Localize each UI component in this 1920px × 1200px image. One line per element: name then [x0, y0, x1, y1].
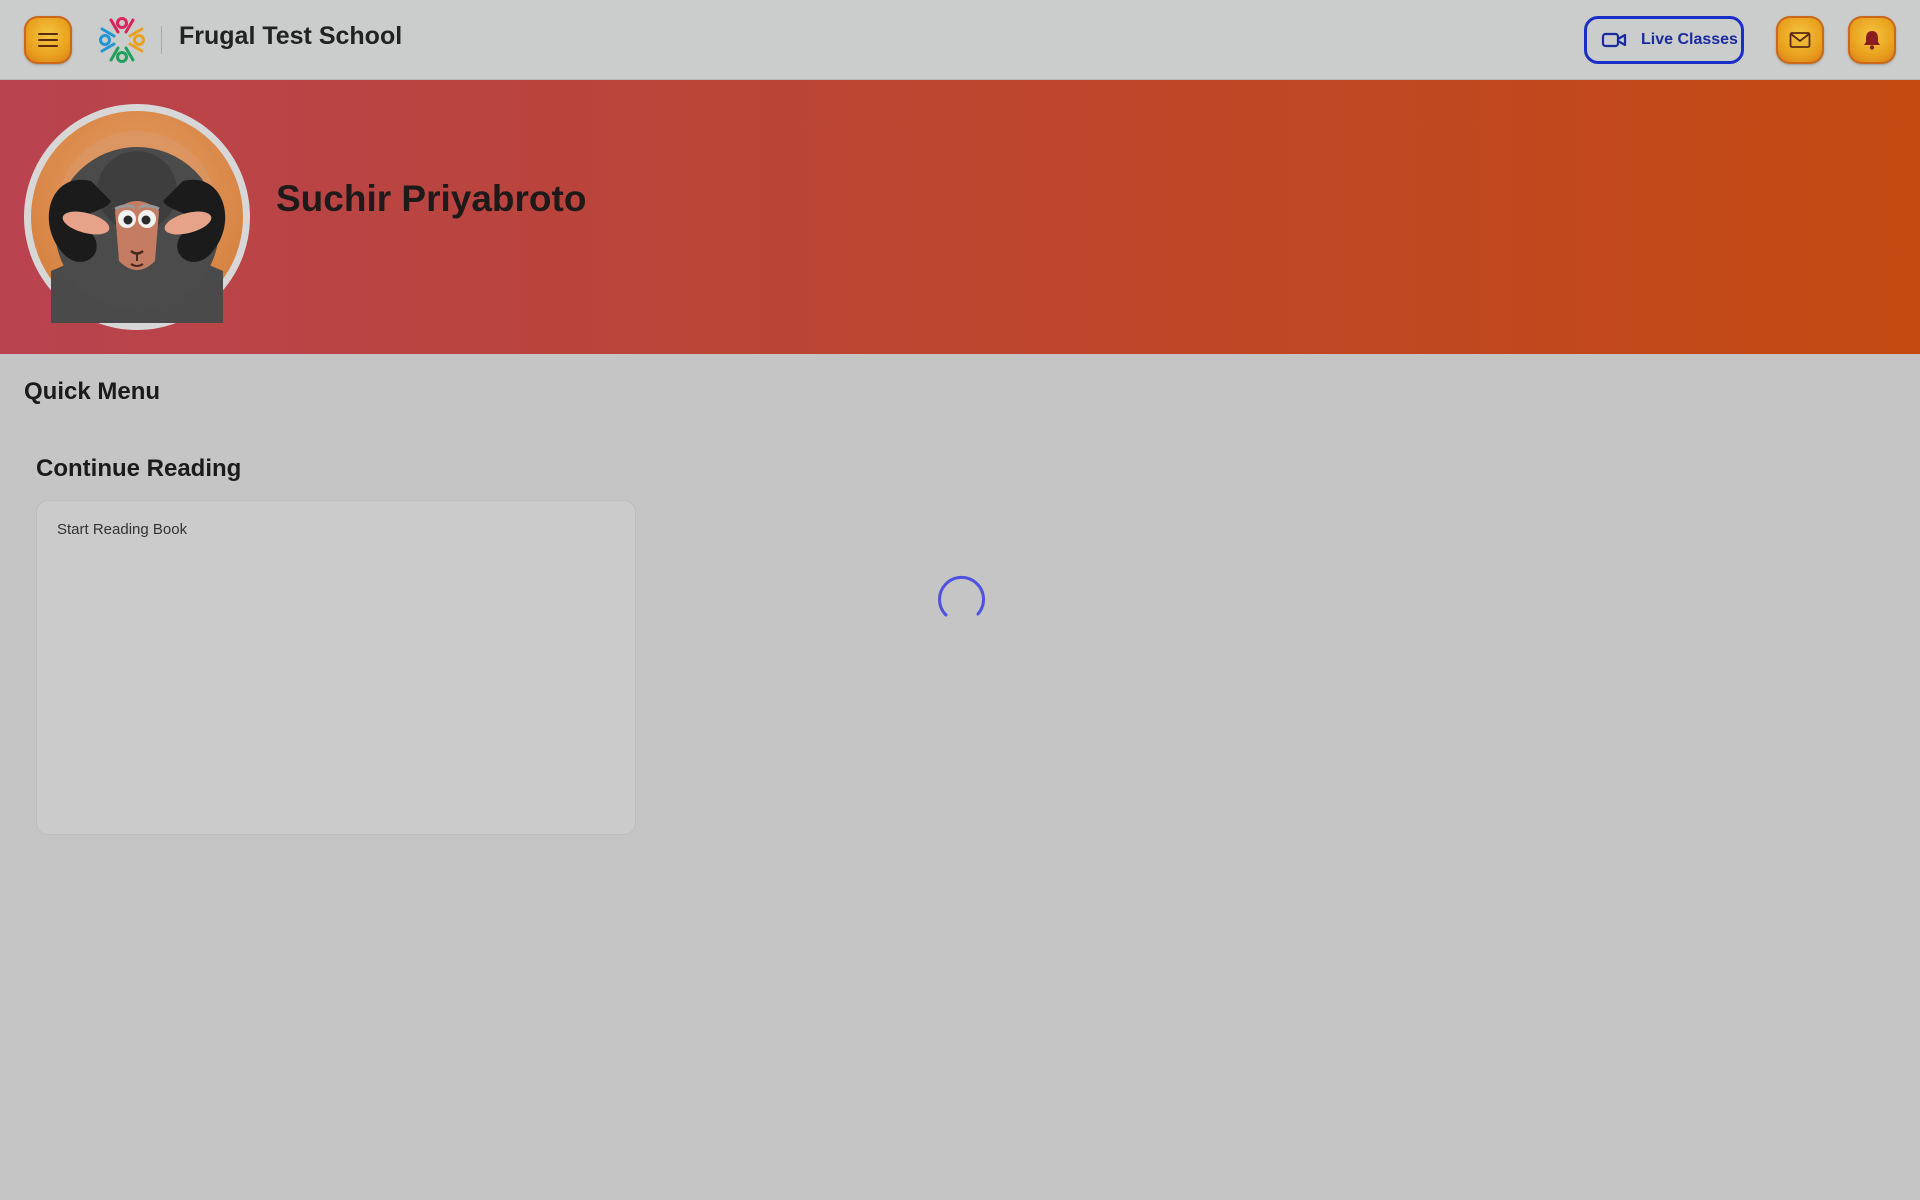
video-camera-icon [1601, 32, 1627, 48]
quick-menu-heading: Quick Menu [24, 378, 161, 405]
avatar[interactable] [24, 104, 250, 330]
menu-button[interactable] [24, 16, 72, 64]
bell-icon [1864, 31, 1880, 50]
live-classes-button[interactable]: Live Classes [1584, 16, 1744, 64]
continue-reading-heading: Continue Reading [36, 455, 242, 482]
top-bar: Frugal Test School Live Classes [0, 0, 1920, 80]
loading-spinner-icon [938, 575, 985, 617]
profile-banner: Suchir Priyabroto [0, 80, 1920, 354]
school-name: Frugal Test School [179, 22, 403, 50]
school-logo[interactable] [96, 14, 148, 66]
live-classes-label: Live Classes [1641, 31, 1738, 48]
logo-divider [161, 26, 162, 54]
notifications-button[interactable] [1848, 16, 1896, 64]
student-name: Suchir Priyabroto [276, 178, 587, 219]
ram-avatar [31, 111, 243, 323]
mail-icon [1789, 32, 1811, 48]
continue-reading-card[interactable]: Start Reading Book [36, 500, 636, 835]
start-reading-text: Start Reading Book [57, 521, 188, 538]
hamburger-menu-icon [38, 33, 58, 47]
mail-button[interactable] [1776, 16, 1824, 64]
